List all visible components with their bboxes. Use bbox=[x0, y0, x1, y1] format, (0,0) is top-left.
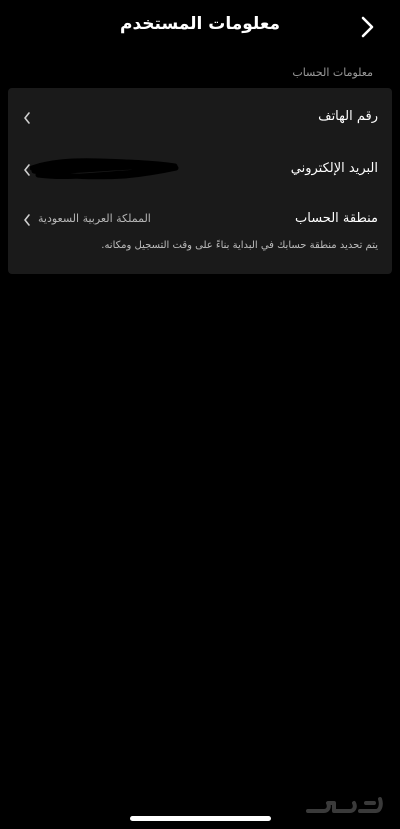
region-note: يتم تحديد منطقة حسابك في البداية بناءً ع… bbox=[101, 240, 378, 251]
account-region-label: منطقة الحساب bbox=[295, 211, 378, 226]
redacted-email-scribble bbox=[30, 158, 179, 180]
account-info-card: رقم الهاتف البريد الإلكتروني منطقة الحسا… bbox=[8, 88, 392, 274]
top-bar: معلومات المستخدم bbox=[0, 0, 400, 56]
haraj-watermark-logo bbox=[306, 797, 383, 813]
chevron-left-icon bbox=[24, 112, 30, 124]
chevron-right-icon bbox=[361, 16, 374, 38]
account-region-row[interactable]: منطقة الحساب المملكة العربية السعودية bbox=[8, 200, 392, 240]
page-title: معلومات المستخدم bbox=[119, 14, 280, 34]
home-indicator[interactable] bbox=[130, 816, 271, 821]
email-row[interactable]: البريد الإلكتروني bbox=[8, 150, 392, 190]
phone-number-row[interactable]: رقم الهاتف bbox=[8, 98, 392, 138]
back-button[interactable] bbox=[358, 14, 378, 40]
phone-number-label: رقم الهاتف bbox=[318, 109, 378, 124]
account-region-value: المملكة العربية السعودية bbox=[38, 212, 151, 225]
chevron-left-icon bbox=[24, 214, 30, 226]
section-label: معلومات الحساب bbox=[292, 66, 373, 79]
email-label: البريد الإلكتروني bbox=[290, 161, 378, 176]
